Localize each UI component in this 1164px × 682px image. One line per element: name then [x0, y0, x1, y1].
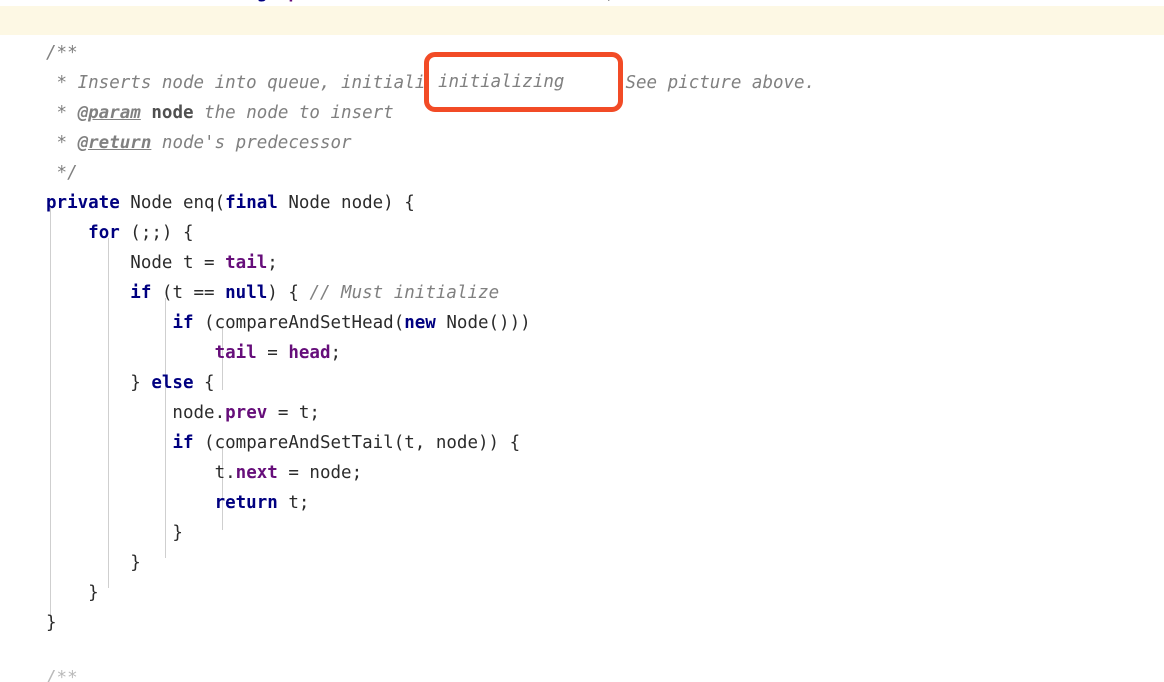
code-token: {	[193, 373, 215, 393]
code-token: node	[151, 103, 194, 123]
code-token: new	[404, 313, 436, 333]
code-token: = node;	[277, 463, 363, 483]
code-line-close-inner-if[interactable]: }	[0, 518, 1164, 548]
code-token: ;	[604, 0, 615, 3]
code-line-t-next-assign[interactable]: t.next = node;	[0, 458, 1164, 488]
code-token: @return	[77, 133, 152, 153]
code-line-for-loop[interactable]: for (;;) {	[0, 218, 1164, 248]
code-line-if-t-null[interactable]: if (t == null) { // Must initialize	[0, 278, 1164, 308]
code-line-else-branch[interactable]: } else {	[0, 368, 1164, 398]
code-token: }	[46, 523, 183, 543]
code-token: if	[172, 313, 194, 333]
code-token: null	[225, 283, 268, 303]
code-token: = t;	[267, 403, 320, 423]
code-token: (compareAndSetTail(t, node)) {	[193, 433, 521, 453]
code-token: static final	[46, 0, 225, 3]
code-line-method-signature[interactable]: private Node enq(final Node node) {	[0, 188, 1164, 218]
code-token: */	[46, 163, 78, 183]
code-token: spinForTimeoutThreshold	[267, 0, 530, 3]
code-token: ) {	[267, 283, 310, 303]
code-token: @param	[77, 103, 141, 123]
code-line-if-cas-tail[interactable]: if (compareAndSetTail(t, node)) {	[0, 428, 1164, 458]
code-token: *	[46, 103, 78, 123]
code-token: // Must initialize	[309, 283, 500, 303]
code-token: (compareAndSetHead(	[193, 313, 405, 333]
code-token: ;	[267, 253, 278, 273]
code-token: =	[256, 343, 289, 363]
code-token: final	[225, 193, 278, 213]
code-token: /**	[46, 43, 78, 63]
code-line-node-t-assign[interactable]: Node t = tail;	[0, 248, 1164, 278]
code-token: 1000L	[552, 0, 605, 3]
code-token: }	[46, 583, 99, 603]
code-token: next	[235, 463, 278, 483]
code-token: private	[46, 193, 120, 213]
code-token: if	[130, 283, 152, 303]
code-token: Node()))	[435, 313, 531, 333]
code-token: prev	[225, 403, 268, 423]
code-token: node.	[46, 403, 226, 423]
code-line-return-t[interactable]: return t;	[0, 488, 1164, 518]
code-line-node-prev-assign[interactable]: node.prev = t;	[0, 398, 1164, 428]
code-editor[interactable]: static final long spinForTimeoutThreshol…	[0, 0, 1164, 682]
code-token: Node node) {	[277, 193, 415, 213]
code-token: long	[225, 0, 267, 3]
code-line-if-cas-head[interactable]: if (compareAndSetHead(new Node()))	[0, 308, 1164, 338]
code-token: tail	[225, 253, 268, 273]
code-token: /**	[46, 668, 78, 682]
annotation-highlighted-text: initializing	[438, 72, 565, 92]
code-line-javadoc-close[interactable]: */	[0, 158, 1164, 188]
code-line-close-for[interactable]: }	[0, 578, 1164, 608]
code-token: t;	[277, 493, 310, 513]
code-token: }	[46, 373, 152, 393]
code-token: the node to insert	[193, 103, 394, 123]
code-line-close-else[interactable]: }	[0, 548, 1164, 578]
code-token: Node enq(	[119, 193, 226, 213]
code-token: (;;) {	[119, 223, 194, 243]
code-line-close-method[interactable]: }	[0, 608, 1164, 638]
code-line-tail-eq-head[interactable]: tail = head;	[0, 338, 1164, 368]
code-token: (t ==	[151, 283, 226, 303]
code-line-javadoc-return[interactable]: * @return node's predecessor	[0, 128, 1164, 158]
code-token: ;	[330, 343, 342, 363]
code-token: =	[531, 0, 552, 3]
code-token: *	[46, 133, 78, 153]
code-token: for	[88, 223, 120, 243]
code-token: t.	[46, 463, 236, 483]
code-token: }	[46, 613, 57, 633]
code-line-clipped-bottom[interactable]: /**	[0, 663, 1164, 682]
code-token: tail	[214, 343, 257, 363]
code-token: Node t =	[46, 253, 226, 273]
code-token: head	[288, 343, 331, 363]
code-token: }	[46, 553, 141, 573]
code-token: return	[214, 493, 278, 513]
code-token: node's predecessor	[151, 133, 352, 153]
code-token: else	[151, 373, 194, 393]
code-token: if	[172, 433, 194, 453]
code-line-clipped-top[interactable]: static final long spinForTimeoutThreshol…	[0, 0, 1164, 8]
